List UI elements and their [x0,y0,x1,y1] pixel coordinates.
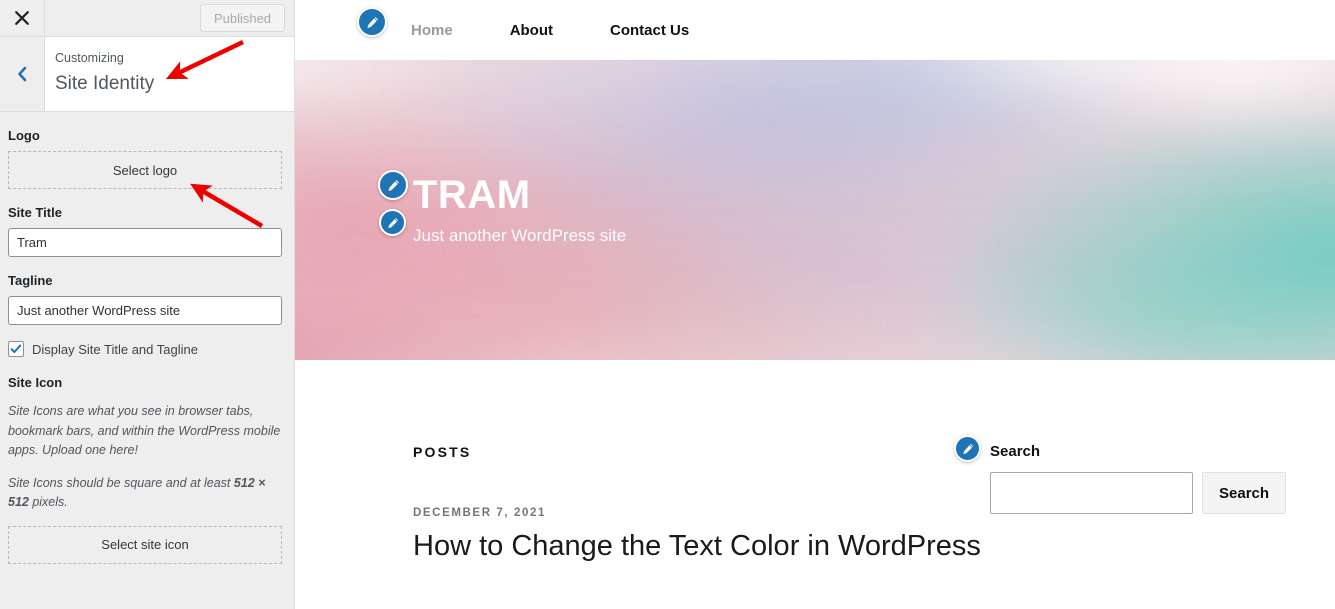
customizer-topbar: Published [0,0,294,37]
customizer-screen: Published Customizing Site Identity Logo… [0,0,1335,609]
customizer-panel-header: Customizing Site Identity [0,37,294,112]
site-title-input[interactable] [8,228,282,257]
site-title-display: TRAM [413,173,531,217]
hero-text-group: TRAM Just another WordPress site [295,60,1335,360]
site-content: POSTS DECEMBER 7, 2021 How to Change the… [295,360,1335,565]
tagline-input[interactable] [8,296,282,325]
desc2-pre: Site Icons should be square and at least [8,475,234,490]
display-title-tagline-checkbox[interactable]: Display Site Title and Tagline [8,341,282,357]
search-form: Search [990,472,1287,514]
chevron-left-icon [15,65,29,83]
publish-button[interactable]: Published [200,4,285,32]
nav-item-home[interactable]: Home [411,22,453,39]
select-site-icon-button[interactable]: Select site icon [8,525,282,564]
customizer-controls: Logo Select logo Site Title Tagline Disp… [0,112,294,564]
site-tagline-display: Just another WordPress site [413,226,627,245]
select-site-icon-button-label: Select site icon [101,537,189,552]
edit-shortcut-logo[interactable] [357,7,387,37]
search-widget: Search Search [954,435,1287,514]
publish-button-label: Published [213,10,272,26]
edit-shortcut-site-tagline[interactable] [379,209,406,236]
pencil-edit-icon [386,178,401,193]
pencil-edit-icon [386,216,400,230]
panel-title-group: Customizing Site Identity [45,37,294,111]
post-title-link[interactable]: How to Change the Text Color in WordPres… [413,527,1335,565]
customizer-sidebar: Published Customizing Site Identity Logo… [0,0,295,609]
site-icon-label: Site Icon [8,375,63,390]
hero-banner: TRAM Just another WordPress site [295,60,1335,360]
nav-item-about[interactable]: About [510,22,553,39]
desc2-post: pixels. [28,495,68,509]
search-widget-title: Search [990,443,1041,460]
pencil-edit-icon [365,15,380,30]
customizing-eyebrow: Customizing [55,51,124,65]
close-customizer-button[interactable] [0,0,45,36]
back-button[interactable] [0,37,45,111]
site-navigation: Home About Contact Us [295,0,1335,60]
site-icon-description-1: Site Icons are what you see in browser t… [8,404,281,457]
pencil-edit-icon [961,442,975,456]
search-input[interactable] [990,472,1193,514]
edit-shortcut-search-widget[interactable] [954,435,981,462]
site-preview-frame: Home About Contact Us TRAM Just another … [295,0,1335,609]
nav-item-contact-us[interactable]: Contact Us [610,22,689,39]
display-title-tagline-label: Display Site Title and Tagline [32,341,198,357]
site-title-label: Site Title [8,205,62,220]
search-submit-button[interactable]: Search [1202,472,1287,514]
page-title: Site Identity [55,73,155,94]
close-icon [14,10,30,26]
edit-shortcut-site-title[interactable] [378,170,408,200]
site-icon-description-2: Site Icons should be square and at least… [8,474,282,513]
checkbox-box [8,341,24,357]
logo-label: Logo [8,128,40,143]
select-logo-button[interactable]: Select logo [8,151,282,189]
select-logo-button-label: Select logo [112,162,178,178]
tagline-label: Tagline [8,273,53,288]
